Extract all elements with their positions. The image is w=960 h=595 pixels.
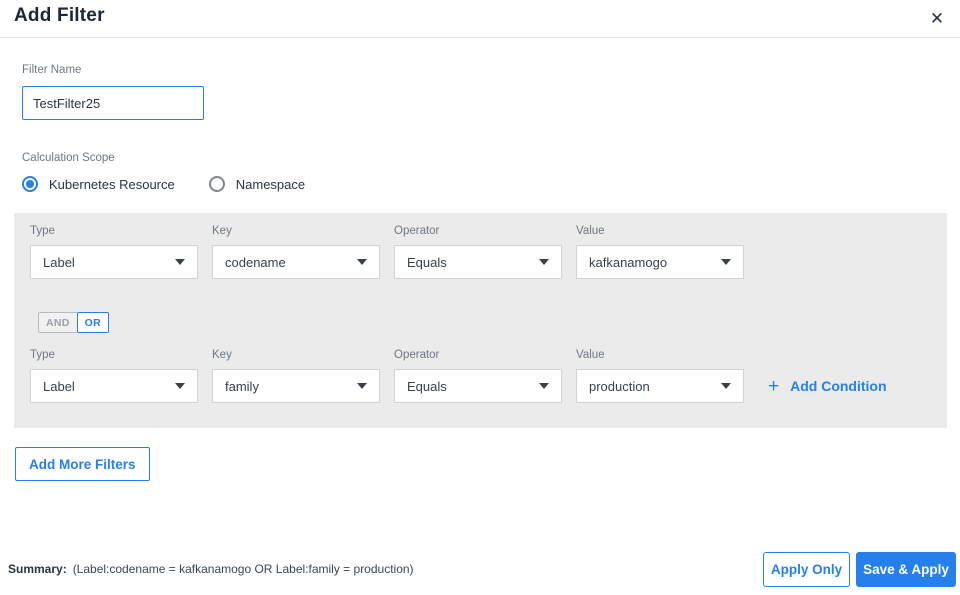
key-column-label: Key <box>212 349 232 361</box>
radio-option-namespace[interactable]: Namespace <box>208 176 306 192</box>
plus-icon: + <box>768 375 780 397</box>
condition1-type-select[interactable]: Label <box>30 245 198 279</box>
add-condition-label: Add Condition <box>790 378 887 394</box>
chevron-down-icon <box>357 259 367 265</box>
apply-only-button[interactable]: Apply Only <box>763 552 850 587</box>
condition2-key-select[interactable]: family <box>212 369 380 403</box>
dialog-title: Add Filter <box>14 5 105 26</box>
radio-selected-icon[interactable] <box>22 176 38 192</box>
logic-and-button[interactable]: AND <box>38 312 77 333</box>
condition2-operator-select[interactable]: Equals <box>394 369 562 403</box>
header-divider <box>0 37 960 38</box>
radio-option-label: Kubernetes Resource <box>49 176 175 192</box>
logic-or-button[interactable]: OR <box>76 312 110 333</box>
select-value: Equals <box>407 254 447 270</box>
chevron-down-icon <box>175 259 185 265</box>
summary-text: (Label:codename = kafkanamogo OR Label:f… <box>72 562 414 576</box>
operator-column-label: Operator <box>394 349 440 361</box>
radio-option-label: Namespace <box>235 176 306 192</box>
calculation-scope-label: Calculation Scope <box>22 152 115 164</box>
operator-column-label: Operator <box>394 225 440 237</box>
select-value: family <box>225 378 259 394</box>
value-column-label: Value <box>576 225 605 237</box>
select-value: production <box>589 378 650 394</box>
radio-unselected-icon[interactable] <box>208 176 225 192</box>
chevron-down-icon <box>175 383 185 389</box>
calculation-scope-options: Kubernetes Resource Namespace <box>22 176 305 192</box>
type-column-label: Type <box>30 349 55 361</box>
select-value: Label <box>43 254 75 270</box>
type-column-label: Type <box>30 225 55 237</box>
summary: Summary: (Label:codename = kafkanamogo O… <box>8 562 414 576</box>
chevron-down-icon <box>721 259 731 265</box>
chevron-down-icon <box>721 383 731 389</box>
condition2-value-select[interactable]: production <box>576 369 744 403</box>
key-column-label: Key <box>212 225 232 237</box>
condition2-type-select[interactable]: Label <box>30 369 198 403</box>
conditions-panel: Type Key Operator Value Label codename E… <box>14 213 947 428</box>
summary-label: Summary: <box>8 562 67 576</box>
select-value: codename <box>225 254 286 270</box>
condition1-operator-select[interactable]: Equals <box>394 245 562 279</box>
condition1-value-select[interactable]: kafkanamogo <box>576 245 744 279</box>
add-more-filters-button[interactable]: Add More Filters <box>15 447 150 481</box>
select-value: Label <box>43 378 75 394</box>
add-filter-dialog: Add Filter ✕ Filter Name Calculation Sco… <box>0 0 960 595</box>
filter-name-input[interactable] <box>22 86 204 120</box>
add-condition-button[interactable]: + Add Condition <box>768 369 887 403</box>
radio-option-kubernetes-resource[interactable]: Kubernetes Resource <box>22 176 175 192</box>
filter-name-label: Filter Name <box>22 64 82 76</box>
close-icon[interactable]: ✕ <box>924 6 950 32</box>
logic-toggle: AND OR <box>38 312 110 333</box>
chevron-down-icon <box>539 259 549 265</box>
select-value: Equals <box>407 378 447 394</box>
save-and-apply-button[interactable]: Save & Apply <box>856 552 956 587</box>
value-column-label: Value <box>576 349 605 361</box>
chevron-down-icon <box>357 383 367 389</box>
condition1-key-select[interactable]: codename <box>212 245 380 279</box>
select-value: kafkanamogo <box>589 254 668 270</box>
chevron-down-icon <box>539 383 549 389</box>
